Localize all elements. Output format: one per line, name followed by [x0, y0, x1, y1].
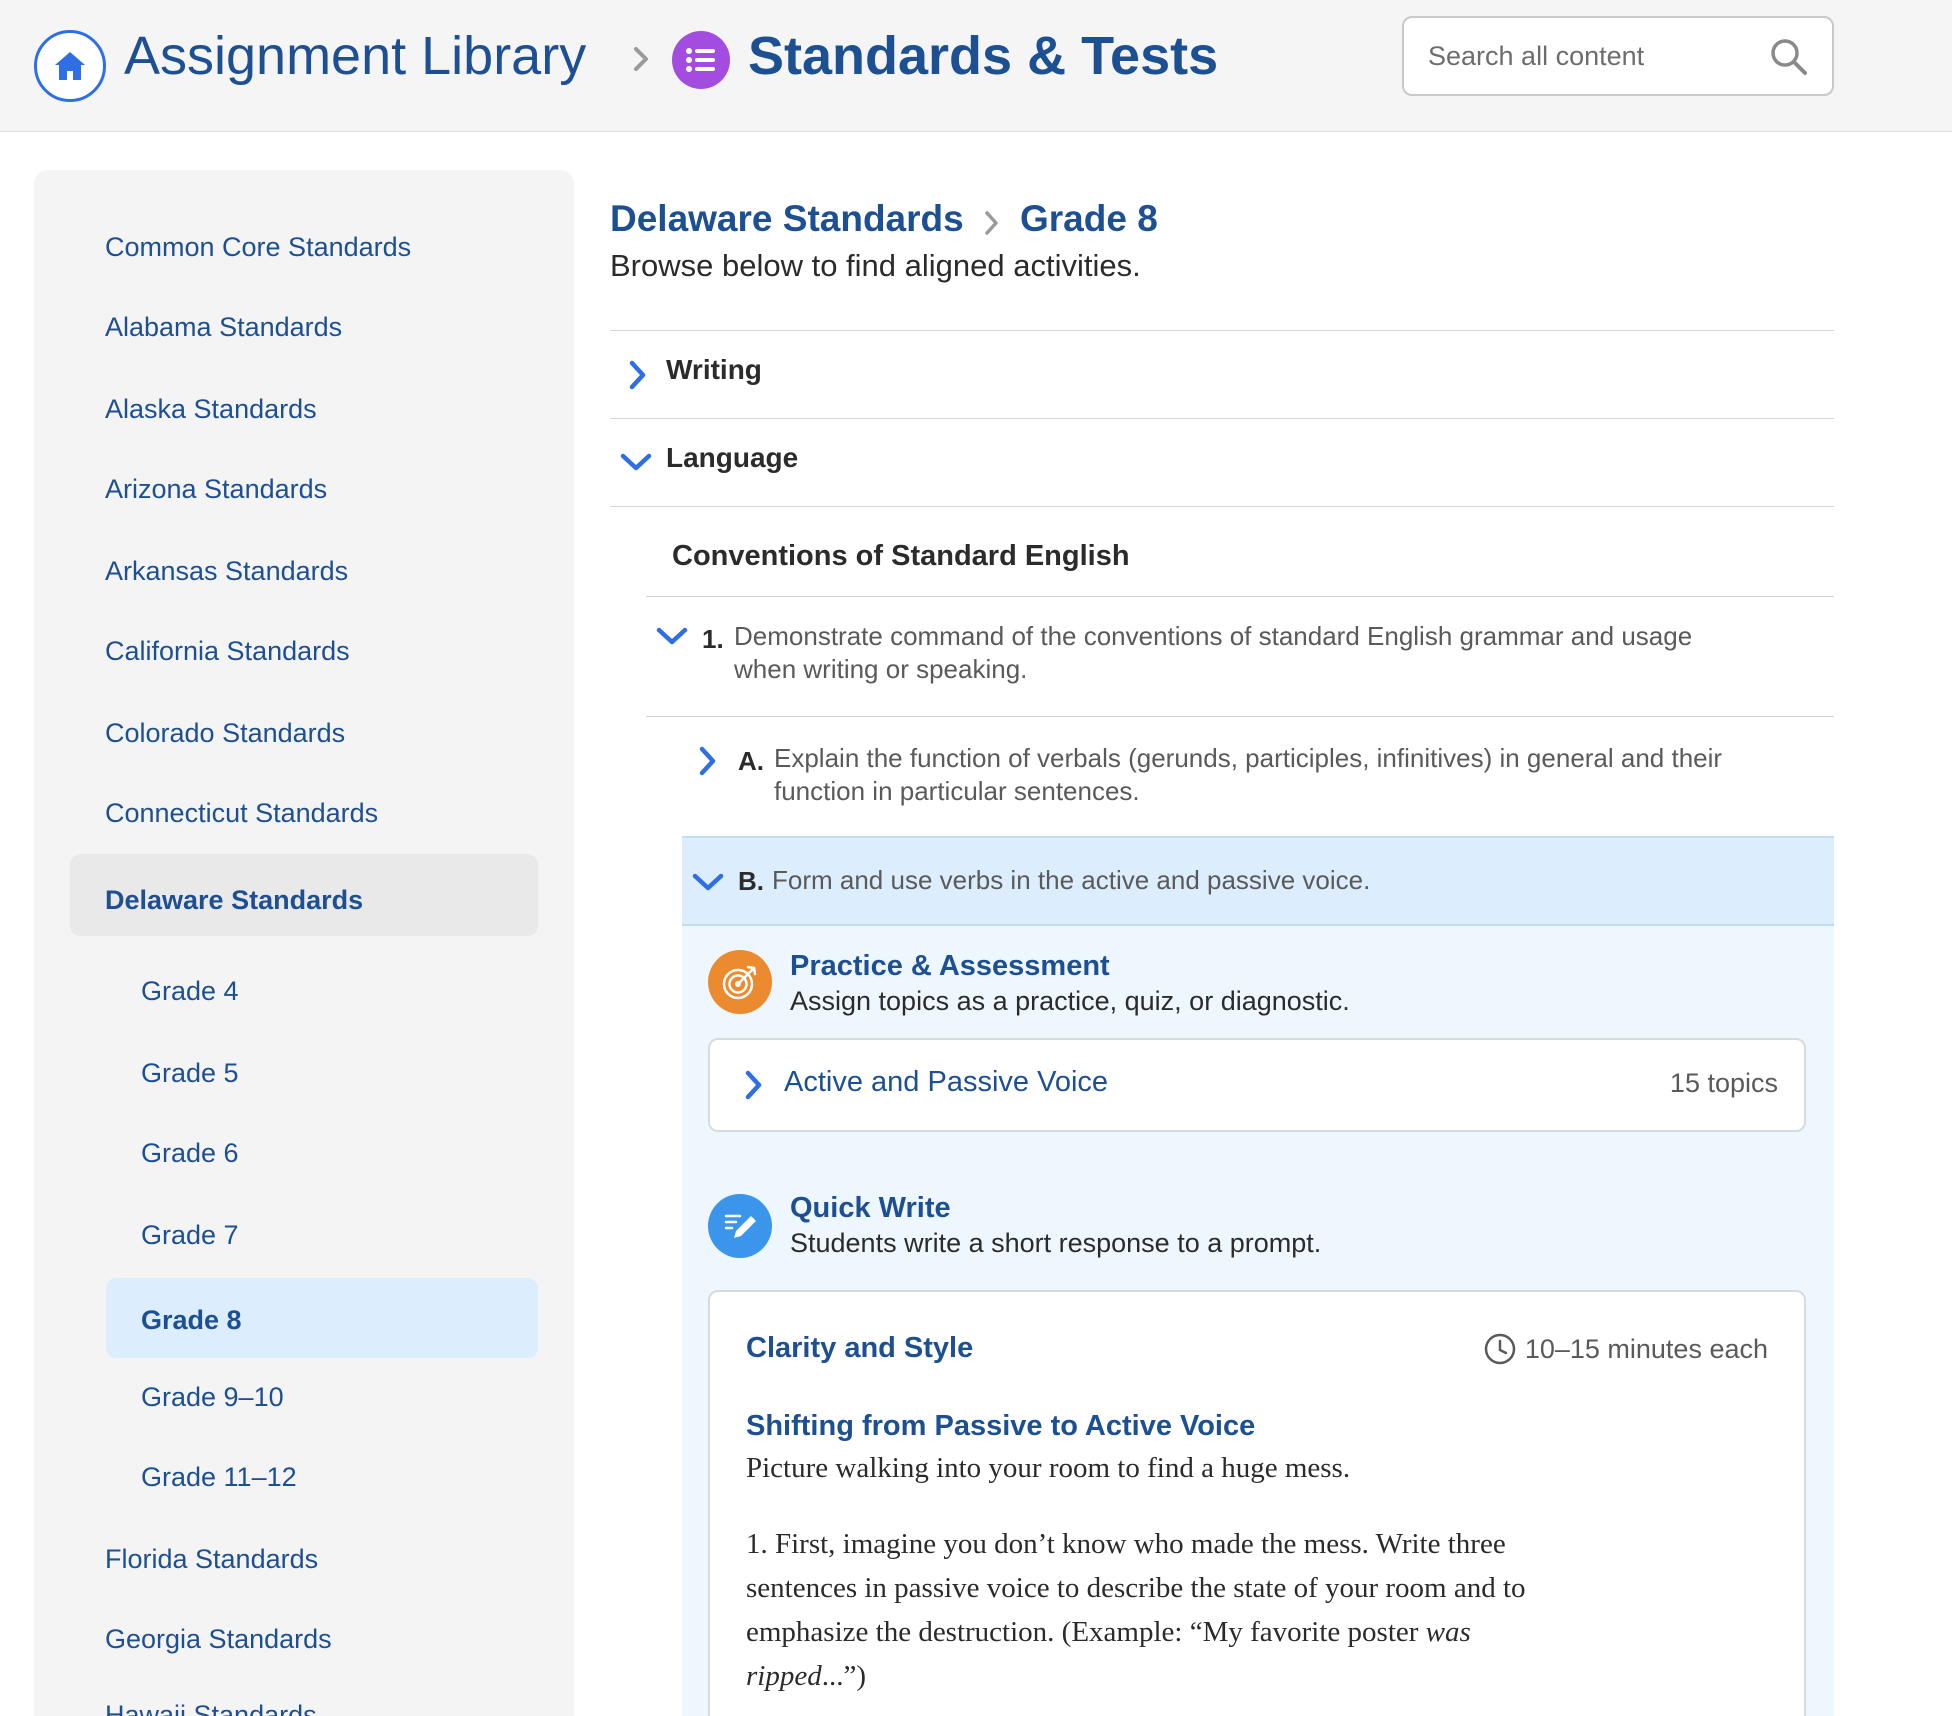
quick-write-category: Clarity and Style	[746, 1332, 974, 1364]
sidebar-item-california[interactable]: California Standards	[105, 636, 350, 667]
home-button[interactable]	[34, 30, 106, 102]
sidebar-item-delaware[interactable]: Delaware Standards	[70, 854, 538, 936]
page-subtitle: Browse below to find aligned activities.	[610, 248, 1141, 283]
activity-description: Assign topics as a practice, quiz, or di…	[790, 986, 1350, 1016]
prompt-line: emphasize the destruction. (Example: “My…	[746, 1610, 1626, 1654]
standard-text-line2: function in particular sentences.	[774, 776, 1140, 806]
sidebar-grade-6[interactable]: Grade 6	[141, 1138, 239, 1169]
prompt-italic: was	[1425, 1616, 1471, 1648]
sidebar-item-florida[interactable]: Florida Standards	[105, 1544, 318, 1575]
standard-text-line2: when writing or speaking.	[734, 654, 1028, 684]
search-input[interactable]	[1428, 18, 1768, 94]
sidebar-item-georgia[interactable]: Georgia Standards	[105, 1624, 332, 1655]
clock-icon	[1484, 1333, 1516, 1365]
standard-text-line1: Explain the function of verbals (gerunds…	[774, 743, 1723, 773]
time-estimate: 10–15 minutes each	[1483, 1332, 1768, 1366]
accordion-label: Writing	[666, 354, 762, 385]
search-icon[interactable]	[1770, 38, 1808, 76]
chevron-right-icon	[745, 1070, 762, 1100]
page-title: Standards & Tests	[748, 26, 1219, 86]
time-estimate-text: 10–15 minutes each	[1524, 1333, 1768, 1364]
prompt-lead: Picture walking into your room to find a…	[746, 1452, 1351, 1484]
accordion-label: Language	[666, 442, 799, 473]
section-title: Conventions of Standard English	[672, 540, 1130, 572]
home-icon	[55, 52, 85, 80]
chevron-down-icon	[656, 627, 688, 645]
sidebar-item-colorado[interactable]: Colorado Standards	[105, 718, 345, 749]
topic-count: 15 topics	[1669, 1068, 1778, 1098]
sidebar-grade-5[interactable]: Grade 5	[141, 1058, 239, 1089]
chevron-right-icon	[629, 360, 646, 390]
sidebar-item-connecticut[interactable]: Connecticut Standards	[105, 798, 378, 829]
prompt-text: ...”)	[821, 1660, 866, 1692]
breadcrumb-state[interactable]: Delaware Standards	[610, 198, 964, 240]
breadcrumb-grade: Grade 8	[1020, 198, 1158, 239]
prompt-italic: ripped	[746, 1660, 822, 1692]
sidebar-item-common-core[interactable]: Common Core Standards	[105, 232, 411, 263]
topic-title: Active and Passive Voice	[784, 1066, 1109, 1098]
standard-letter: B.	[738, 866, 764, 896]
standard-a-row[interactable]: A. Explain the function of verbals (geru…	[682, 718, 1834, 836]
chevron-down-icon	[620, 453, 652, 471]
sidebar-item-arizona[interactable]: Arizona Standards	[105, 474, 327, 505]
prompt-line: sentences in passive voice to describe t…	[746, 1572, 1526, 1604]
sidebar-grade-4[interactable]: Grade 4	[141, 976, 239, 1007]
sidebar-item-label: Delaware Standards	[105, 885, 364, 915]
activity-title: Practice & Assessment	[790, 950, 1110, 982]
divider	[646, 596, 1834, 597]
sidebar-item-label: Grade 8	[141, 1305, 242, 1335]
standard-1-row[interactable]: 1. Demonstrate command of the convention…	[646, 598, 1834, 716]
prompt-text: emphasize the destruction. (Example: “My…	[746, 1616, 1426, 1648]
standard-text: Form and use verbs in the active and pas…	[772, 865, 1371, 895]
sidebar-grade-7[interactable]: Grade 7	[141, 1220, 239, 1251]
divider	[610, 330, 1834, 331]
standard-b-row[interactable]: B. Form and use verbs in the active and …	[682, 836, 1834, 926]
search-box[interactable]	[1402, 16, 1834, 96]
activity-title: Quick Write	[790, 1192, 951, 1224]
sidebar-grade-8[interactable]: Grade 8	[106, 1278, 538, 1358]
sidebar-grade-9-10[interactable]: Grade 9–10	[141, 1382, 284, 1413]
standard-letter: A.	[738, 746, 764, 776]
divider	[646, 716, 1834, 717]
chevron-right-icon	[634, 47, 648, 71]
topic-card[interactable]: Active and Passive Voice 15 topics	[708, 1038, 1806, 1132]
target-icon	[708, 950, 772, 1014]
accordion-writing[interactable]: Writing	[610, 332, 1834, 418]
sidebar-item-hawaii[interactable]: Hawaii Standards	[105, 1700, 317, 1716]
standard-number: 1.	[702, 624, 724, 654]
divider	[610, 506, 1834, 507]
chevron-down-icon	[692, 873, 724, 891]
chevron-right-icon	[699, 746, 716, 776]
breadcrumb-assignment-library[interactable]: Assignment Library	[124, 20, 586, 92]
sidebar-grade-11-12[interactable]: Grade 11–12	[141, 1462, 297, 1493]
quick-write-card[interactable]: Clarity and Style 10–15 minutes each Shi…	[708, 1290, 1806, 1716]
pencil-icon	[708, 1194, 772, 1258]
standard-text-line1: Demonstrate command of the conventions o…	[734, 621, 1693, 651]
divider	[610, 418, 1834, 419]
sidebar-item-arkansas[interactable]: Arkansas Standards	[105, 556, 348, 587]
standards-sidebar: Common Core Standards Alabama Standards …	[34, 170, 574, 1716]
prompt-body: 1. First, imagine you don’t know who mad…	[746, 1522, 1626, 1698]
prompt-line: ripped...”)	[746, 1654, 1626, 1698]
prompt-line: 1. First, imagine you don’t know who mad…	[746, 1528, 1506, 1560]
chevron-right-icon	[985, 211, 998, 235]
sidebar-item-alabama[interactable]: Alabama Standards	[105, 312, 342, 343]
prompt-title[interactable]: Shifting from Passive to Active Voice	[746, 1410, 1255, 1443]
activity-description: Students write a short response to a pro…	[790, 1228, 1322, 1258]
list-icon	[672, 31, 730, 89]
app-header: Assignment Library Standards & Tests	[0, 0, 1952, 132]
accordion-language[interactable]: Language	[610, 420, 1834, 506]
sidebar-item-alaska[interactable]: Alaska Standards	[105, 394, 317, 425]
